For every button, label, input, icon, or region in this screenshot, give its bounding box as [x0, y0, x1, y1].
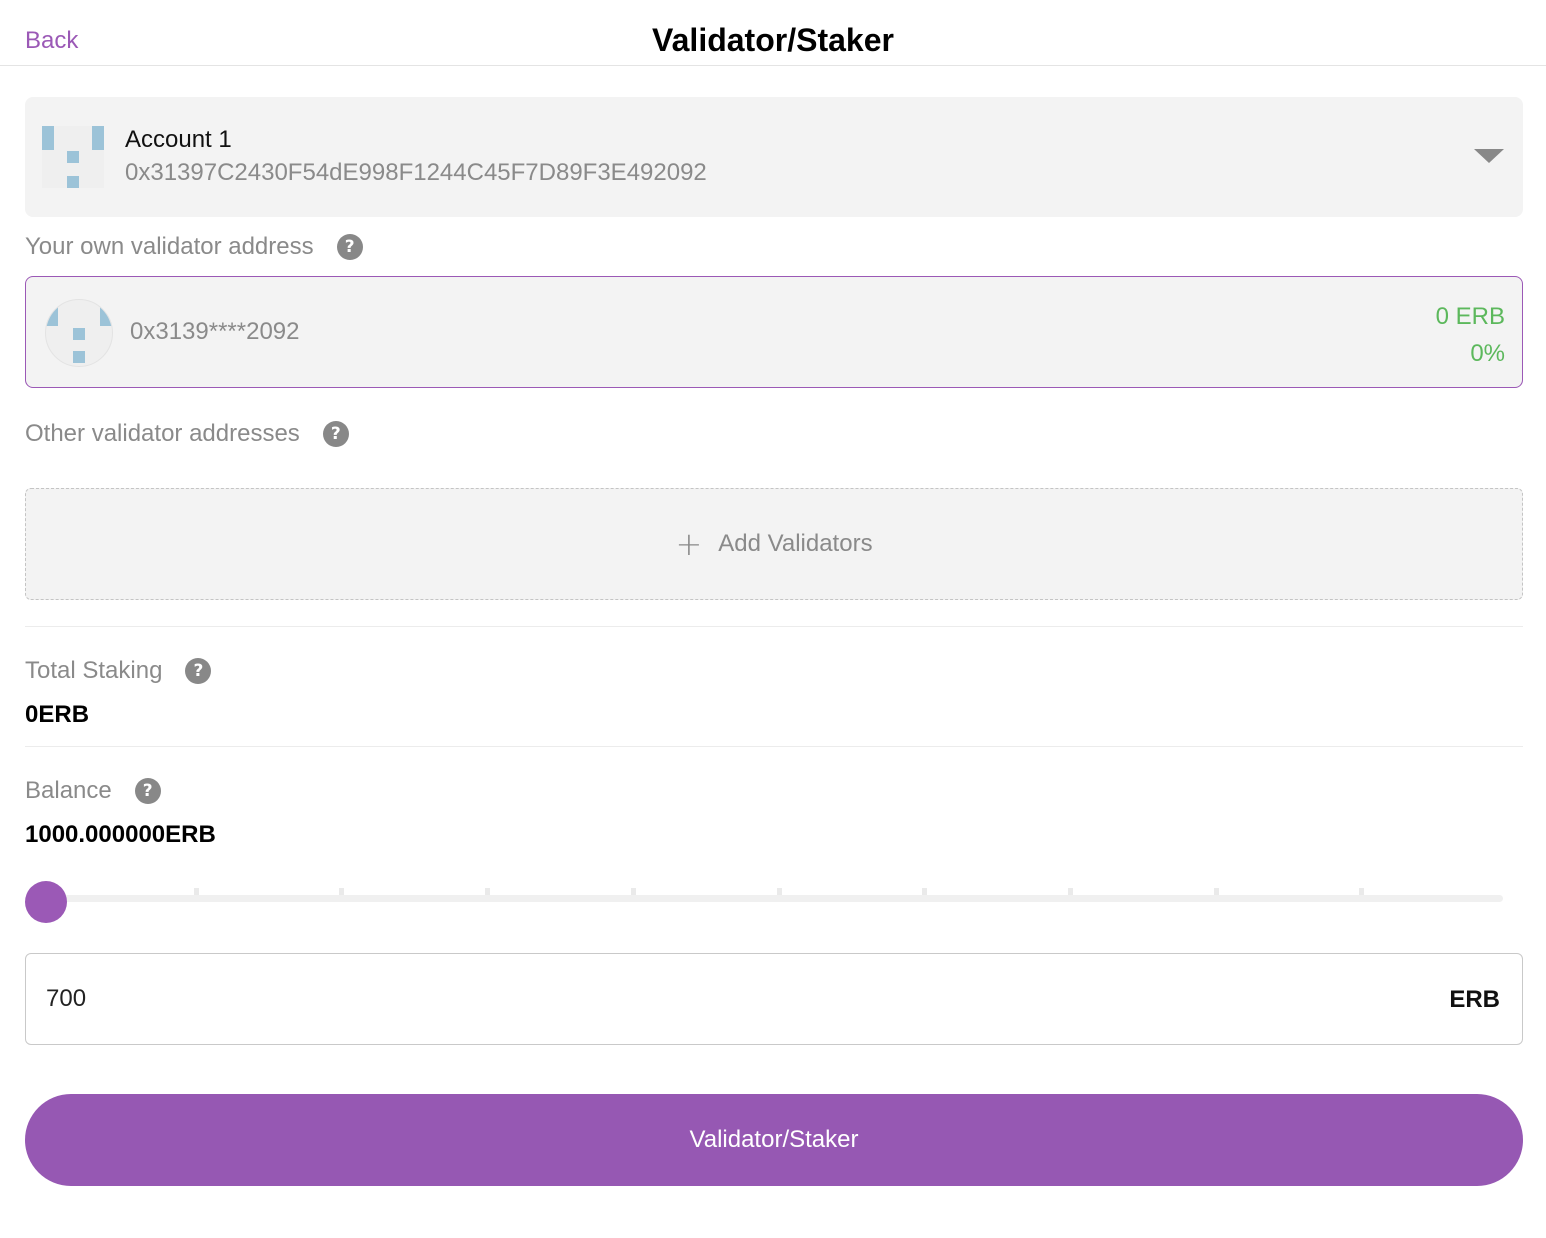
own-validator-card[interactable]: 0x3139****2092 0 ERB 0% — [25, 276, 1523, 388]
help-icon[interactable]: ? — [336, 234, 363, 260]
stake-amount-slider[interactable] — [25, 880, 1503, 924]
help-icon[interactable]: ? — [322, 421, 349, 447]
slider-handle[interactable] — [25, 881, 67, 923]
slider-tick — [485, 888, 491, 895]
own-validator-percent: 0% — [1470, 340, 1505, 367]
help-icon[interactable]: ? — [185, 658, 212, 684]
own-validator-address: 0x3139****2092 — [130, 318, 300, 345]
validator-staker-submit-button[interactable]: Validator/Staker — [25, 1094, 1523, 1186]
stake-amount-field[interactable]: ERB — [25, 953, 1523, 1045]
chevron-down-icon[interactable] — [1474, 149, 1504, 163]
other-validators-label: Other validator addresses ? — [25, 420, 349, 448]
slider-tick — [193, 888, 199, 895]
balance-value: 1000.000000ERB — [25, 821, 216, 848]
own-validator-label-text: Your own validator address — [25, 233, 314, 260]
total-staking-label: Total Staking ? — [25, 657, 212, 685]
identicon-avatar — [42, 126, 104, 188]
own-validator-amount: 0 ERB — [1435, 303, 1505, 330]
account-name: Account 1 — [125, 126, 232, 153]
balance-label-text: Balance — [25, 777, 112, 804]
slider-tick — [1359, 888, 1365, 895]
slider-tick — [339, 888, 345, 895]
divider — [25, 626, 1523, 627]
total-staking-label-text: Total Staking — [25, 657, 163, 684]
slider-tick — [1213, 888, 1219, 895]
slider-track — [45, 895, 1503, 902]
plus-icon: + — [675, 525, 703, 563]
page-title: Validator/Staker — [652, 22, 894, 58]
account-address: 0x31397C2430F54dE998F1244C45F7D89F3E4920… — [125, 159, 707, 186]
slider-tick — [1067, 888, 1073, 895]
stake-amount-unit: ERB — [1449, 986, 1500, 1013]
add-validators-label: Add Validators — [718, 530, 873, 557]
total-staking-value: 0ERB — [25, 701, 90, 728]
slider-tick — [776, 888, 782, 895]
divider — [25, 746, 1523, 747]
add-validators-button[interactable]: + Add Validators — [25, 488, 1523, 600]
identicon-avatar — [45, 299, 113, 367]
slider-tick — [922, 888, 928, 895]
help-icon[interactable]: ? — [134, 778, 161, 804]
account-selector[interactable]: Account 1 0x31397C2430F54dE998F1244C45F7… — [25, 97, 1523, 217]
stake-amount-input[interactable] — [46, 954, 1346, 1044]
balance-label: Balance ? — [25, 777, 161, 805]
header-bar: Back Validator/Staker — [0, 0, 1546, 66]
slider-tick — [630, 888, 636, 895]
own-validator-label: Your own validator address ? — [25, 233, 363, 261]
other-validators-label-text: Other validator addresses — [25, 420, 300, 447]
